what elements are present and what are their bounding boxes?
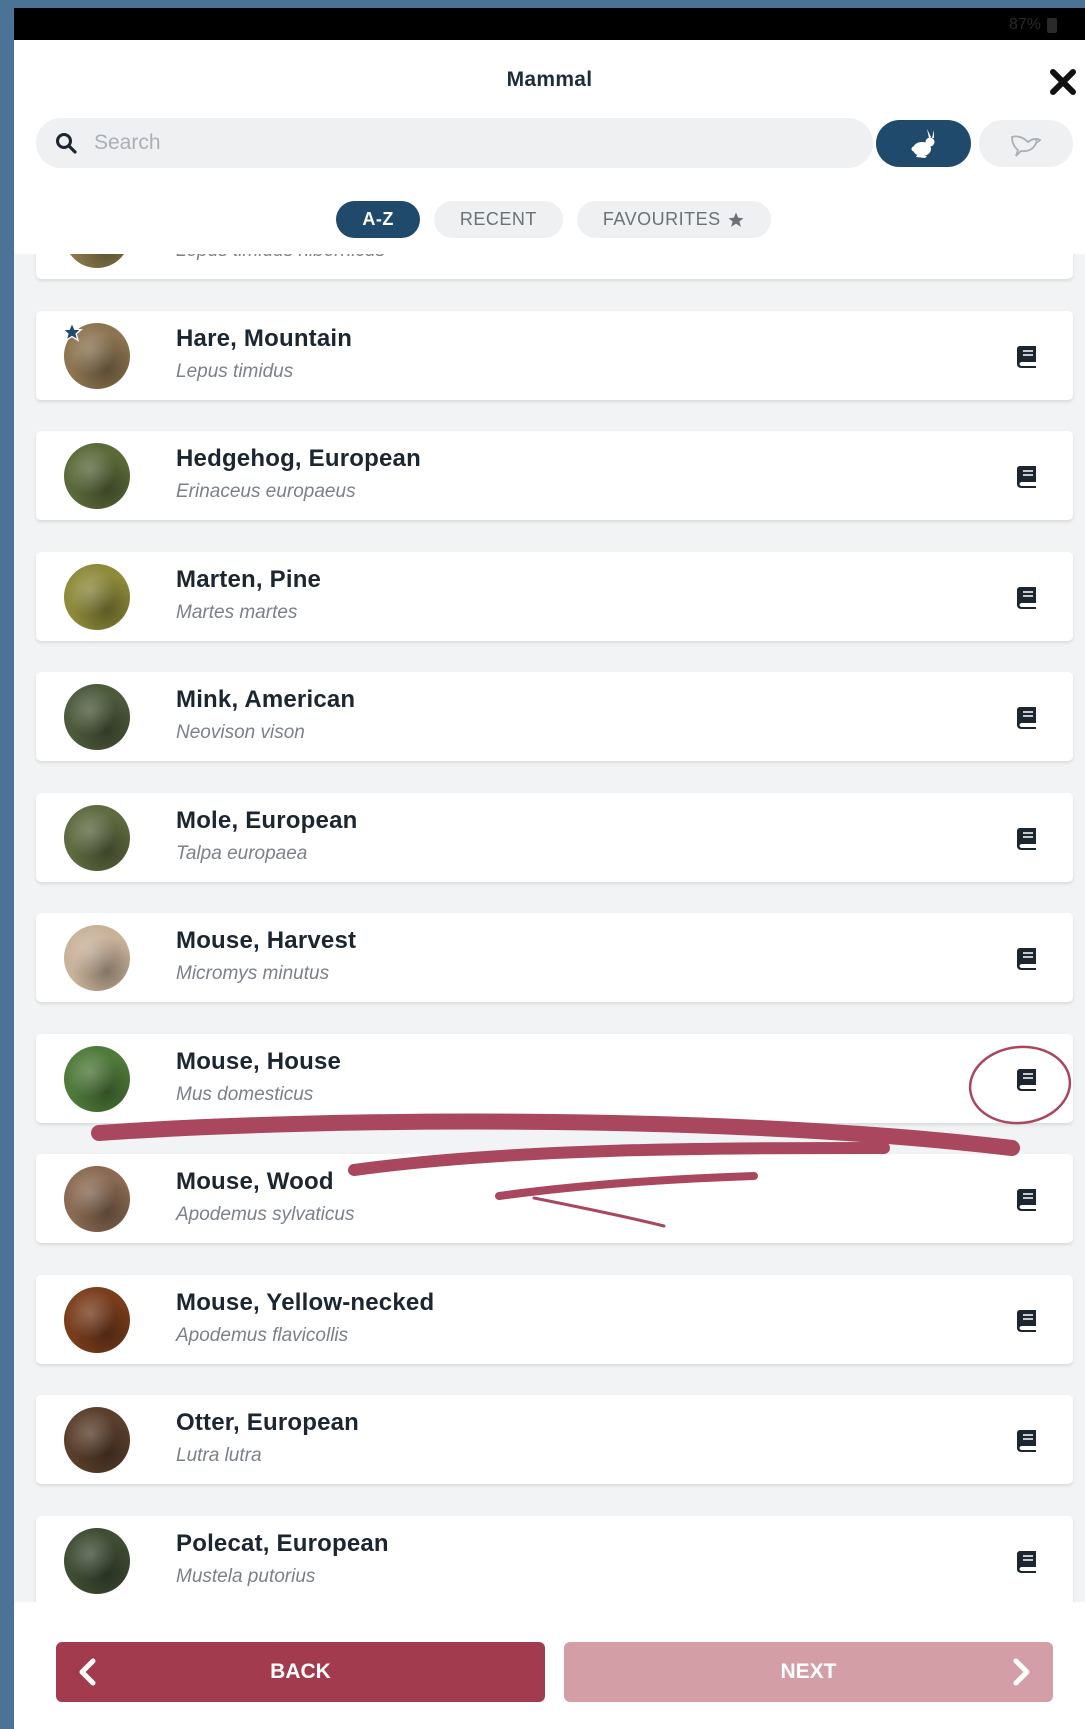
- species-thumbnail: [64, 1166, 130, 1232]
- back-button-label: BACK: [270, 1660, 331, 1683]
- book-icon[interactable]: [1014, 584, 1040, 610]
- species-latin-name: Mus domesticus: [176, 1083, 314, 1105]
- search-icon: [56, 133, 77, 154]
- book-icon[interactable]: [1014, 825, 1040, 851]
- filter-tabs: A-Z RECENT FAVOURITES: [14, 201, 1085, 238]
- rabbit-icon: [911, 128, 934, 158]
- species-latin-name: Lepus timidus hibernicus: [176, 254, 385, 262]
- species-thumbnail: [64, 1286, 130, 1353]
- header: Mammal Search A-Z RECENT FAVOURITES: [14, 40, 1085, 254]
- species-thumbnail: [64, 804, 130, 871]
- species-common-name: Marten, Pine: [176, 565, 322, 593]
- species-common-name: Hare, Mountain: [176, 324, 353, 352]
- book-icon[interactable]: [1014, 343, 1040, 369]
- species-latin-name: Micromys minutus: [176, 963, 330, 984]
- species-latin-name: Lutra lutra: [176, 1445, 262, 1466]
- book-icon[interactable]: [1014, 1307, 1040, 1333]
- back-button[interactable]: BACK: [56, 1642, 545, 1702]
- species-list[interactable]: Lepus timidus hibernicus Hare, Mountain Le…: [14, 254, 1085, 1602]
- species-thumbnail: [64, 254, 130, 268]
- close-icon: [1050, 69, 1076, 95]
- search-input[interactable]: [92, 130, 796, 156]
- category-bird-button[interactable]: [979, 120, 1073, 167]
- species-row[interactable]: Polecat, European Mustela putorius: [36, 1515, 1073, 1602]
- book-icon[interactable]: [1014, 945, 1040, 971]
- species-latin-name: Martes martes: [176, 601, 298, 623]
- book-icon[interactable]: [1014, 463, 1040, 489]
- book-icon[interactable]: [1014, 1548, 1040, 1574]
- tab-a-z[interactable]: A-Z: [336, 201, 420, 238]
- species-common-name: Mole, European: [176, 806, 358, 834]
- book-icon[interactable]: [1014, 1427, 1040, 1453]
- book-icon[interactable]: [1014, 1186, 1040, 1212]
- species-thumbnail: [64, 925, 130, 991]
- species-row[interactable]: Mouse, Yellow-necked Apodemus flavicollis: [36, 1274, 1073, 1364]
- species-row[interactable]: Mouse, Wood Apodemus sylvaticus: [36, 1154, 1073, 1243]
- tab-favourites[interactable]: FAVOURITES: [576, 201, 771, 238]
- star-icon: [728, 212, 744, 227]
- page-title: Mammal: [506, 68, 593, 91]
- tab-recent-label: RECENT: [459, 209, 537, 229]
- app-screen: 87% Mammal Search A-Z RECENT FAVOURITES …: [14, 8, 1085, 1729]
- battery-icon: [1047, 17, 1057, 33]
- species-thumbnail: [64, 1407, 130, 1473]
- footer-nav: BACK NEXT: [14, 1602, 1085, 1729]
- battery-level: 87%: [1008, 16, 1041, 33]
- book-icon[interactable]: [1014, 704, 1040, 730]
- species-row[interactable]: Otter, European Lutra lutra: [36, 1395, 1073, 1484]
- species-row[interactable]: Mink, American Neovison vison: [36, 672, 1073, 761]
- species-common-name: Otter, European: [176, 1409, 360, 1436]
- next-button-label: NEXT: [780, 1660, 837, 1683]
- species-latin-name: Talpa europaea: [176, 842, 308, 864]
- species-row[interactable]: Mouse, Harvest Micromys minutus: [36, 913, 1073, 1002]
- species-latin-name: Apodemus sylvaticus: [176, 1204, 355, 1225]
- species-latin-name: Apodemus flavicollis: [176, 1324, 349, 1346]
- status-bar: 87%: [14, 8, 1085, 40]
- battery-indicator: 87%: [1009, 16, 1057, 34]
- close-button[interactable]: [1043, 62, 1083, 102]
- next-button[interactable]: NEXT: [564, 1642, 1053, 1702]
- species-thumbnail: [64, 1045, 130, 1112]
- bird-icon: [1011, 134, 1042, 157]
- species-thumbnail: [64, 1527, 130, 1594]
- species-row[interactable]: Mole, European Talpa europaea: [36, 792, 1073, 882]
- chevron-right-icon: [1013, 1658, 1030, 1686]
- species-row[interactable]: Lepus timidus hibernicus: [36, 254, 1073, 279]
- tab-recent[interactable]: RECENT: [433, 201, 563, 238]
- species-common-name: Polecat, European: [176, 1529, 389, 1557]
- species-common-name: Mouse, Yellow-necked: [176, 1288, 435, 1316]
- species-latin-name: Mustela putorius: [176, 1565, 316, 1587]
- species-common-name: Mouse, House: [176, 1047, 342, 1075]
- category-mammal-button[interactable]: [876, 120, 971, 167]
- book-icon[interactable]: [1014, 1066, 1040, 1092]
- species-common-name: Mouse, Harvest: [176, 927, 357, 954]
- tab-favourites-label: FAVOURITES: [602, 209, 721, 229]
- species-latin-name: Erinaceus europaeus: [176, 481, 356, 502]
- species-thumbnail: [64, 684, 130, 750]
- chevron-left-icon: [79, 1658, 96, 1686]
- tab-a-z-label: A-Z: [362, 209, 394, 229]
- species-common-name: Mouse, Wood: [176, 1168, 334, 1195]
- favourite-star-icon: [61, 320, 83, 342]
- species-row[interactable]: Hare, Mountain Lepus timidus: [36, 310, 1073, 400]
- search-bar[interactable]: [36, 118, 873, 168]
- species-latin-name: Lepus timidus: [176, 360, 294, 382]
- species-thumbnail: [64, 443, 130, 509]
- species-common-name: Mink, American: [176, 686, 356, 713]
- species-latin-name: Neovison vison: [176, 722, 305, 743]
- species-thumbnail: [64, 563, 130, 630]
- species-common-name: Hedgehog, European: [176, 445, 421, 472]
- species-row[interactable]: Mouse, House Mus domesticus: [36, 1033, 1073, 1123]
- species-row[interactable]: Hedgehog, European Erinaceus europaeus: [36, 431, 1073, 520]
- species-row[interactable]: Marten, Pine Martes martes: [36, 551, 1073, 641]
